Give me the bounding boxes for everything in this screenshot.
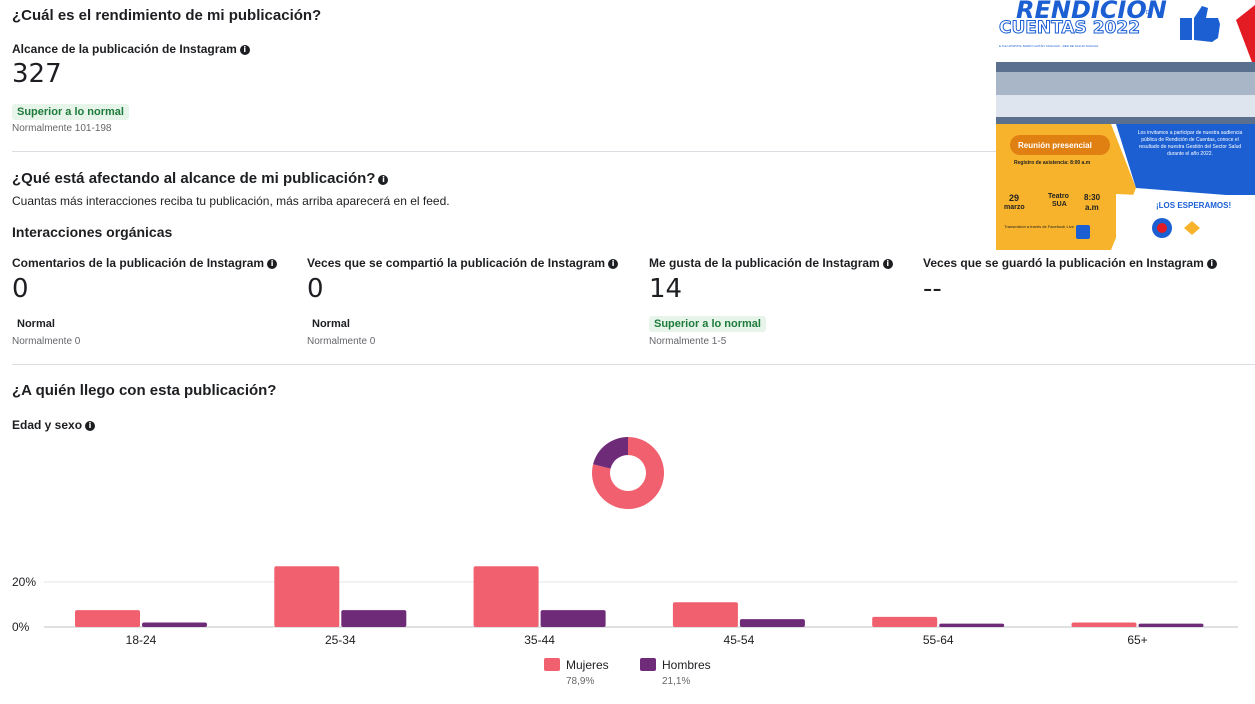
poster-title-line2: CUENTAS 2022 [998,18,1141,39]
poster-place-line2: SUA [1052,201,1067,208]
bar-men-65+[interactable] [1138,623,1204,627]
legend-label-men: Hombres [662,658,711,672]
y-tick-label: 20% [12,575,36,589]
poster-stream: Transmisión a través de Facebook Live [1004,224,1074,229]
legend-swatch-men [640,658,656,671]
poster-meeting: Reunión presencial [1018,141,1092,150]
legend-swatch-women [544,658,560,671]
bar-men-35-44[interactable] [540,610,606,627]
poster-title-small: DE [1146,10,1153,16]
y-tick-label: 0% [12,620,30,634]
donut-slice-men[interactable] [593,437,628,469]
x-tick-label: 45-54 [724,633,755,647]
x-tick-label: 55-64 [923,633,954,647]
bar-women-18-24[interactable] [75,610,140,627]
chart-legend: Mujeres 78,9% Hombres 21,1% [544,658,744,698]
bar-women-45-54[interactable] [672,602,738,627]
poster-time-line1: 8:30 [1084,193,1101,202]
bar-women-35-44[interactable] [473,566,539,627]
x-tick-label: 65+ [1127,633,1147,647]
bar-men-25-34[interactable] [341,610,407,627]
legend-percent-women: 78,9% [566,676,595,687]
poster-registration: Registro de asistencia: 8:00 a.m [1014,160,1091,166]
legend-percent-men: 21,1% [662,676,691,687]
age-sex-bar-chart: 20% 0% 18-24 25-34 35-44 45-54 55-64 65+ [12,566,1238,647]
poster-place-line1: Teatro [1048,193,1069,200]
bar-men-18-24[interactable] [142,622,207,628]
bar-men-45-54[interactable] [739,619,805,627]
bar-men-55-64[interactable] [939,623,1005,627]
bar-women-65+[interactable] [1071,622,1137,628]
x-tick-label: 25-34 [325,633,356,647]
legend-label-women: Mujeres [566,658,609,672]
gender-donut-chart [592,437,664,509]
x-tick-label: 35-44 [524,633,555,647]
poster-org-line: E.S.E HOSPITAL MARIO GAITÁN YANGUAS - RE… [999,44,1099,48]
poster-invite: Los invitamos a participar de nuestra au… [1137,130,1243,157]
poster-time-line2: a.m [1085,203,1099,212]
x-tick-label: 18-24 [126,633,157,647]
poster-welcome: ¡LOS ESPERAMOS! [1156,201,1232,210]
poster-date-month: marzo [1004,204,1025,211]
bar-women-55-64[interactable] [872,616,938,627]
post-thumbnail-image: RENDICION DE CUENTAS 2022 E.S.E HOSPITAL… [996,0,1255,250]
poster-date-day: 29 [1009,193,1020,203]
bar-women-25-34[interactable] [274,566,340,627]
